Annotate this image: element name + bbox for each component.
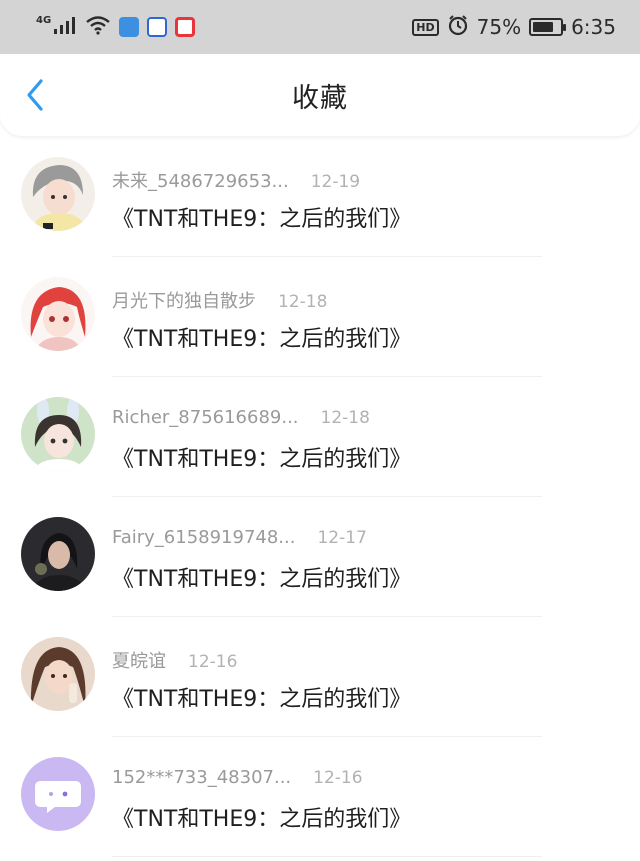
photo-avatar-dark-icon (21, 517, 95, 591)
avatar[interactable] (21, 157, 95, 231)
avatar[interactable] (21, 397, 95, 471)
hd-badge: HD (412, 18, 439, 36)
item-meta: Richer_875616689... 12-18 (112, 407, 370, 428)
baidu-notification-icon (147, 17, 168, 37)
item-meta: 152***733_48307... 12-16 (112, 767, 363, 788)
divider (112, 856, 542, 857)
app-notification-icon (119, 17, 140, 37)
avatar[interactable] (21, 517, 95, 591)
anime-girl-bunny-ears-avatar-icon (21, 397, 95, 471)
battery-level (533, 22, 553, 32)
date: 12-16 (188, 652, 238, 672)
item-title[interactable]: 《TNT和THE9：之后的我们》 (112, 321, 411, 353)
avatar[interactable] (21, 277, 95, 351)
date: 12-18 (320, 408, 370, 428)
date: 12-17 (317, 528, 367, 548)
avatar[interactable] (21, 637, 95, 711)
item-meta: 未来_5486729653... 12-19 (112, 167, 360, 193)
item-title[interactable]: 《TNT和THE9：之后的我们》 (112, 441, 411, 473)
nav-bar: 收藏 (0, 54, 640, 136)
avatar[interactable] (21, 757, 95, 831)
username[interactable]: Richer_875616689... (112, 407, 299, 428)
photo-avatar-girl-icon (21, 637, 95, 711)
list-item[interactable]: Richer_875616689... 12-18 《TNT和THE9：之后的我… (0, 377, 640, 497)
alarm-icon (447, 14, 469, 40)
signal-icon (53, 15, 77, 39)
back-button[interactable] (18, 78, 52, 112)
username[interactable]: 152***733_48307... (112, 767, 291, 788)
anime-girl-red-hair-avatar-icon (21, 277, 95, 351)
list-item[interactable]: 未来_5486729653... 12-19 《TNT和THE9：之后的我们》 (0, 137, 640, 257)
list-item[interactable]: 152***733_48307... 12-16 《TNT和THE9：之后的我们… (0, 737, 640, 857)
list-item[interactable]: 夏皖谊 12-16 《TNT和THE9：之后的我们》 (0, 617, 640, 737)
date: 12-19 (310, 172, 361, 192)
item-meta: 月光下的独自散步 12-18 (112, 287, 327, 313)
clock: 6:35 (571, 15, 616, 39)
status-bar-left: 4G (36, 14, 196, 39)
favorites-list: 未来_5486729653... 12-19 《TNT和THE9：之后的我们》 … (0, 137, 640, 857)
status-bar: 4G HD 75% 6:35 (0, 0, 640, 54)
item-title[interactable]: 《TNT和THE9：之后的我们》 (112, 681, 411, 713)
username[interactable]: 夏皖谊 (112, 647, 166, 673)
item-title[interactable]: 《TNT和THE9：之后的我们》 (112, 561, 411, 593)
date: 12-18 (278, 292, 328, 312)
wifi-icon (85, 15, 111, 39)
list-item[interactable]: Fairy_6158919748... 12-17 《TNT和THE9：之后的我… (0, 497, 640, 617)
username[interactable]: 未来_5486729653... (112, 167, 289, 193)
date: 12-16 (313, 768, 363, 788)
username[interactable]: 月光下的独自散步 (112, 287, 256, 313)
chevron-left-icon (27, 79, 43, 111)
battery-percent: 75% (476, 15, 522, 39)
username[interactable]: Fairy_6158919748... (112, 527, 295, 548)
network-type: 4G (36, 14, 52, 26)
anime-boy-avatar-icon (21, 157, 95, 231)
default-chat-avatar-icon (21, 757, 95, 831)
list-item[interactable]: 月光下的独自散步 12-18 《TNT和THE9：之后的我们》 (0, 257, 640, 377)
red-app-notification-icon (175, 17, 196, 37)
item-title[interactable]: 《TNT和THE9：之后的我们》 (112, 801, 411, 833)
item-title[interactable]: 《TNT和THE9：之后的我们》 (112, 201, 411, 233)
page-title: 收藏 (292, 82, 348, 114)
item-meta: Fairy_6158919748... 12-17 (112, 527, 367, 548)
item-meta: 夏皖谊 12-16 (112, 647, 237, 673)
battery-icon (529, 18, 567, 36)
status-bar-right: HD 75% 6:35 (412, 14, 616, 40)
